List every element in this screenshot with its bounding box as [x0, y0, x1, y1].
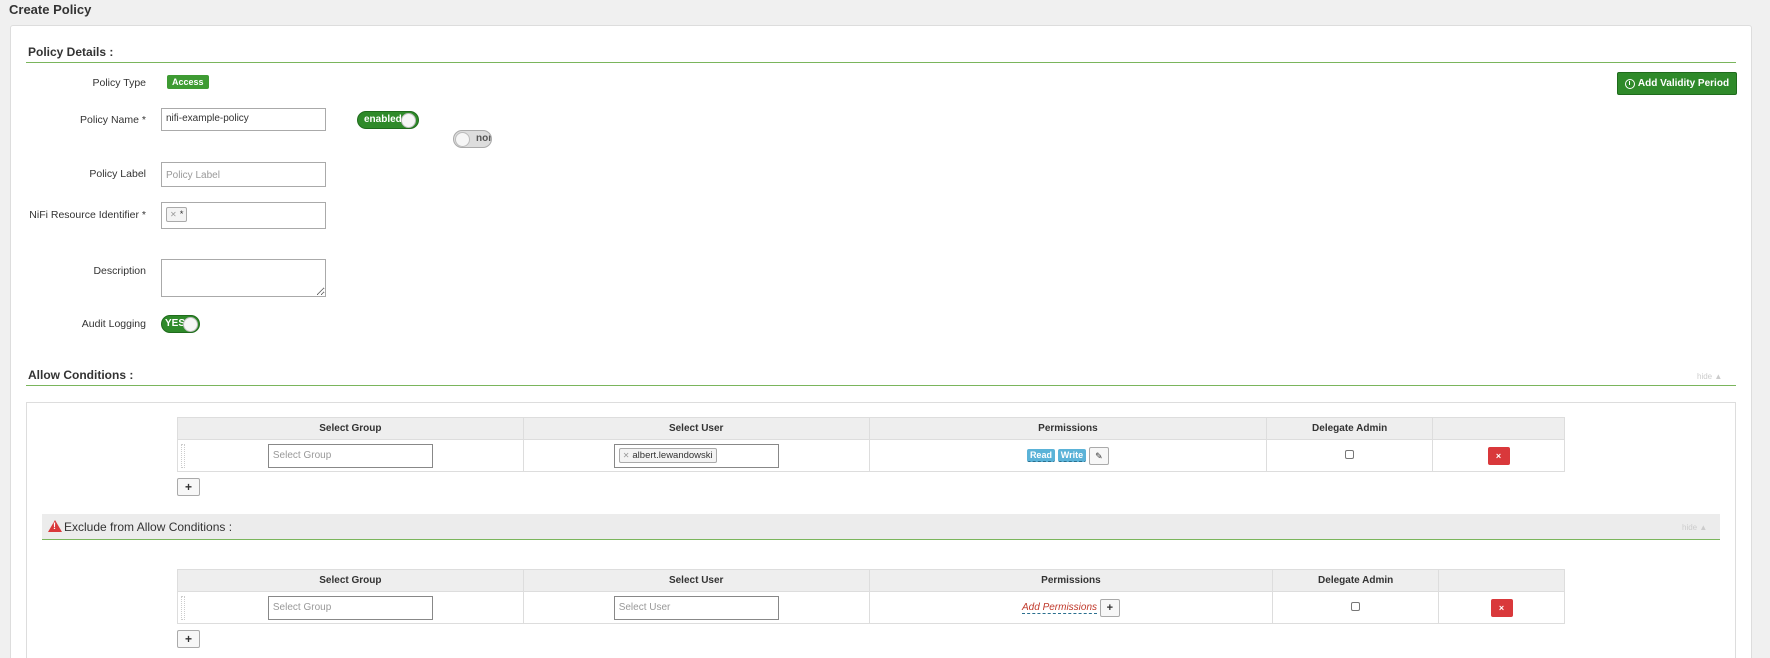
add-allow-row-button[interactable]: +: [177, 478, 200, 496]
add-validity-period-button[interactable]: Add Validity Period: [1617, 72, 1737, 95]
policy-name-input[interactable]: nifi-example-policy: [161, 108, 326, 131]
policy-type-label: Policy Type: [92, 77, 147, 89]
col-permissions: Permissions: [868, 569, 1274, 592]
enabled-toggle-label: enabled: [364, 114, 402, 125]
allow-divider: [26, 385, 1736, 386]
col-select-group: Select Group: [177, 417, 524, 440]
resource-identifier-label: NiFi Resource Identifier *: [29, 209, 146, 221]
override-toggle[interactable]: nor: [453, 130, 492, 148]
user-tag[interactable]: ✕ albert.lewandowski: [618, 447, 717, 463]
add-permission-button[interactable]: +: [1099, 598, 1120, 617]
permission-read[interactable]: Read: [1026, 449, 1055, 463]
col-delegate-admin: Delegate Admin: [1266, 417, 1434, 440]
select-user-input[interactable]: Select User: [613, 595, 779, 620]
toggle-knob: [183, 317, 198, 332]
override-toggle-label: nor: [476, 133, 492, 144]
add-validity-label: Add Validity Period: [1637, 78, 1730, 89]
audit-logging-toggle[interactable]: YES: [161, 315, 200, 333]
user-tag-label: albert.lewandowski: [632, 449, 713, 461]
audit-logging-label: Audit Logging: [81, 318, 146, 330]
exclude-section-title: Exclude from Allow Conditions :: [64, 520, 233, 534]
policy-label-label: Policy Label: [89, 168, 146, 180]
toggle-knob: [401, 113, 416, 128]
permission-write[interactable]: Write: [1057, 449, 1087, 463]
resource-tag[interactable]: ✕ *: [166, 207, 188, 222]
add-exclude-row-button[interactable]: +: [177, 630, 200, 648]
allow-hide-link[interactable]: hide ▲: [1697, 372, 1722, 381]
delete-row-button[interactable]: ×: [1487, 446, 1510, 465]
enabled-toggle[interactable]: enabled: [357, 111, 419, 129]
resource-identifier-input[interactable]: ✕ *: [161, 202, 326, 229]
exclude-section-header: Exclude from Allow Conditions : hide ▲: [42, 514, 1720, 540]
remove-tag-icon[interactable]: ✕: [170, 210, 177, 219]
details-section-title: Policy Details :: [28, 45, 114, 59]
clock-icon: [1624, 78, 1635, 89]
col-permissions: Permissions: [868, 417, 1268, 440]
col-delegate-admin: Delegate Admin: [1272, 569, 1440, 592]
description-textarea[interactable]: [161, 259, 326, 297]
allow-table: Select Group Select User Permissions Del…: [177, 417, 1565, 472]
pencil-icon: ✎: [1095, 450, 1103, 461]
col-actions: [1438, 569, 1565, 592]
table-row: Select Group ✕ albert.lewandowski Read Wr…: [177, 439, 1565, 472]
policy-type-badge: Access: [167, 75, 209, 89]
exclude-hide-link[interactable]: hide ▲: [1682, 523, 1707, 532]
drag-handle[interactable]: [181, 596, 185, 620]
resource-tag-label: *: [179, 209, 184, 220]
col-select-user: Select User: [522, 569, 870, 592]
exclude-table: Select Group Select User Permissions Del…: [177, 569, 1565, 624]
remove-tag-icon[interactable]: ✕: [623, 451, 630, 460]
page-title: Create Policy: [9, 2, 92, 17]
delegate-admin-checkbox[interactable]: [1351, 601, 1361, 611]
col-actions: [1432, 417, 1565, 440]
select-user-input[interactable]: ✕ albert.lewandowski: [613, 443, 779, 468]
table-row: Select Group Select User Add Permissions…: [177, 591, 1565, 624]
toggle-knob: [455, 132, 470, 147]
select-group-input[interactable]: Select Group: [267, 443, 433, 468]
warning-icon: [48, 520, 62, 532]
plus-icon: +: [1106, 601, 1114, 614]
col-select-group: Select Group: [177, 569, 524, 592]
delegate-admin-checkbox[interactable]: [1345, 449, 1355, 459]
add-permissions-link[interactable]: Add Permissions: [1022, 602, 1098, 615]
delete-row-button[interactable]: ×: [1490, 598, 1513, 617]
allow-section-title: Allow Conditions :: [28, 368, 134, 382]
policy-label-input[interactable]: Policy Label: [161, 162, 326, 187]
description-label: Description: [93, 265, 146, 277]
col-select-user: Select User: [522, 417, 870, 440]
policy-name-label: Policy Name *: [80, 114, 146, 126]
select-group-input[interactable]: Select Group: [267, 595, 433, 620]
edit-permissions-button[interactable]: ✎: [1088, 446, 1109, 465]
drag-handle[interactable]: [181, 444, 185, 468]
details-divider: [26, 62, 1736, 63]
audit-toggle-label: YES: [165, 318, 186, 329]
